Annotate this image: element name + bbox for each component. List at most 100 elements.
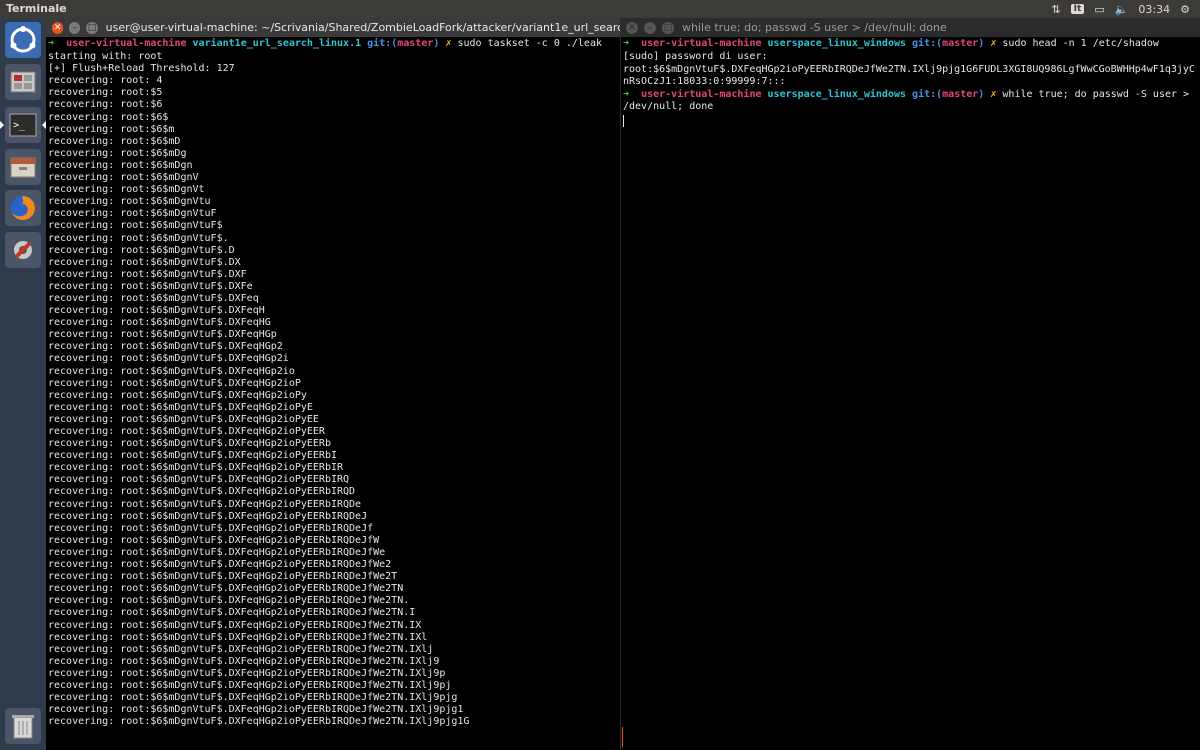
close-icon[interactable]: ✕ [626, 21, 638, 34]
files-icon[interactable] [5, 149, 41, 185]
output-line: recovering: root:$6$mDgnVtuF$.DXFeqHGp2i… [48, 510, 368, 522]
output-line: recovering: root:$6$mDgnVtuF$.DXFeqHG [48, 317, 271, 329]
prompt-arrow: ➜ [48, 38, 55, 49]
output-line: recovering: root:$6$mDgnVtuF$.DXFeqHGp2i… [48, 413, 319, 425]
output-line: recovering: root:$6$mDgnVtuF$.DXFeqHGp2i… [48, 643, 434, 655]
output-line: recovering: root:$6$mDgnVtuF$.DXFeqHGp2i… [48, 377, 301, 389]
command-line: ➜ user-virtual-machine userspace_linux_w… [621, 37, 1200, 50]
output-line: recovering: root:$6$m [48, 123, 175, 135]
output-line: recovering: root:$6$mD [48, 135, 181, 147]
prompt-arrow: ➜ [623, 89, 630, 101]
output-line: recovering: root:$6$mDgnV [48, 172, 199, 184]
volume-icon[interactable]: 🔈 [1115, 3, 1129, 16]
output-line: recovering: root:$6$mDgnVtuF$.DXFeqHGp2i… [48, 704, 464, 716]
output-line: recovering: root:$6$mDgnVtuF [48, 208, 217, 220]
output-line: recovering: root:$6$mDgnVtuF$.DXFeqHGp2i… [48, 571, 398, 583]
text-cursor [623, 114, 624, 127]
output-line: starting with: root [48, 51, 163, 63]
ubuntu-dash-icon[interactable] [5, 22, 41, 58]
command-text: sudo head -n 1 /etc/shadow [1002, 38, 1159, 49]
output-line: recovering: root:$6 [48, 99, 163, 111]
output-line: recovering: root: 4 [48, 75, 163, 87]
output-line: recovering: root:$6$mDgnVtuF$.DXFeqHGp2i… [48, 716, 470, 728]
output-line: recovering: root:$6$mDgnVtuF$.DXFeqHGp2i… [48, 450, 337, 462]
output-line: recovering: root:$6$mDgnVtuF$.DXFeqHGp2i… [48, 486, 356, 498]
output-line: [sudo] password di user: [623, 51, 768, 63]
tab-right-terminal[interactable]: ✕ – □ while true; do; passwd -S user > /… [620, 18, 1200, 37]
maximize-icon[interactable]: □ [662, 21, 674, 34]
terminal-icon[interactable]: >_ [5, 107, 41, 143]
output-line: recovering: root:$6$ [48, 111, 169, 123]
power-gear-icon[interactable]: ⚙ [1180, 3, 1190, 16]
output-line: recovering: root:$6$mDgnVtuF$.DXFeqHGp2i… [48, 546, 386, 558]
output-line: recovering: root:$6$mDgnVtuF$.DXFeqHGp [48, 329, 277, 341]
terminal-tab-bar: ✕ – □ user@user-virtual-machine: ~/Scriv… [46, 18, 1200, 37]
keyboard-layout-indicator[interactable]: It [1070, 4, 1085, 14]
output-line: recovering: root:$6$mDgnVtuF$.DXF [48, 268, 247, 280]
workspace-icon[interactable] [5, 64, 41, 100]
minimize-icon[interactable]: – [69, 21, 81, 34]
output-line: recovering: root:$6$mDgnVtu [48, 196, 211, 208]
output-line: recovering: root:$6$mDgnVtuF$.DXFeqHGp2i… [48, 438, 331, 450]
output-line: recovering: root:$6$mDgnVtuF$ [48, 220, 223, 232]
tab-label: while true; do; passwd -S user > /dev/nu… [682, 21, 947, 34]
prompt-host: user-virtual-machine [641, 38, 762, 49]
output-line: recovering: root:$6$mDgnVtuF$.DXFeqHGp2i… [48, 583, 404, 595]
output-line: recovering: root:$6$mDgnVtuF$.DXFeqHGp2i… [48, 389, 307, 401]
output-line: recovering: root:$6$mDg [48, 147, 187, 159]
output-line: recovering: root:$6$mDgnVtuF$.DXFeqHGp2i… [48, 607, 416, 619]
output-line: recovering: root:$6$mDgnVtuF$.DXFeqHGp2i… [48, 559, 392, 571]
output-line: recovering: root:$6$mDgnVtuF$.DXFeqHGp2i… [48, 365, 295, 377]
output-line: recovering: root:$6$mDgnVtuF$.DXFeqHGp2i… [48, 474, 350, 486]
prompt-host: user-virtual-machine [66, 38, 187, 49]
firefox-icon[interactable] [5, 190, 41, 226]
output-line: recovering: root:$6$mDgnVtuF$.DX [48, 256, 241, 268]
output-line: recovering: root:$5 [48, 87, 163, 99]
command-line: ➜ user-virtual-machine variant1e_url_sea… [46, 37, 620, 50]
prompt-arrow: ➜ [623, 38, 630, 49]
maximize-icon[interactable]: □ [86, 21, 98, 34]
output-line: recovering: root:$6$mDgnVtuF$.DXFeqHGp2i… [48, 426, 325, 437]
output-line: recovering: root:$6$mDgnVtuF$.DXFeqHGp2i… [48, 401, 313, 413]
prompt-branch: master [942, 38, 979, 49]
battery-icon[interactable]: ▭ [1094, 3, 1104, 16]
command-text: sudo taskset -c 0 ./leak [457, 38, 603, 49]
text-cursor [622, 727, 623, 747]
top-panel: Terminale ⇅ It ▭ 🔈 03:34 ⚙ [0, 0, 1200, 18]
prompt-git: git:( [912, 89, 943, 101]
output-line: recovering: root:$6$mDgnVtuF$.DXFeqH [48, 305, 265, 317]
output-line: recovering: root:$6$mDgnVtuF$.D [48, 244, 235, 256]
terminal-pane-left[interactable]: ➜ user-virtual-machine variant1e_url_sea… [46, 37, 620, 750]
output-line: recovering: root:$6$mDgnVtuF$.DXFeqHGp2i… [48, 498, 362, 510]
output-line: recovering: root:$6$mDgnVtuF$. [48, 232, 229, 244]
output-line: recovering: root:$6$mDgnVtuF$.DXFeqHGp2i… [48, 679, 452, 691]
prompt-git: git:( [367, 38, 398, 49]
output-line: recovering: root:$6$mDgnVtuF$.DXFeqHGp2i… [48, 655, 440, 667]
prompt-git-close: ) [978, 38, 985, 49]
output-line: recovering: root:$6$mDgnVtuF$.DXFe [48, 280, 253, 292]
minimize-icon[interactable]: – [644, 21, 656, 34]
tab-label: user@user-virtual-machine: ~/Scrivania/S… [105, 21, 620, 34]
close-icon[interactable]: ✕ [52, 21, 64, 34]
prompt-dir: userspace_linux_windows [767, 38, 907, 49]
output-line: recovering: root:$6$mDgnVtuF$.DXFeqHGp2i [48, 353, 289, 365]
prompt-git-close: ) [433, 38, 440, 49]
trash-icon[interactable] [5, 708, 41, 744]
app-title: Terminale [6, 2, 67, 15]
svg-text:>_: >_ [13, 120, 26, 131]
terminal-pane-right[interactable]: ➜ user-virtual-machine userspace_linux_w… [621, 37, 1200, 750]
output-line: recovering: root:$6$mDgnVtuF$.DXFeqHGp2 [48, 341, 283, 353]
network-icon[interactable]: ⇅ [1051, 3, 1060, 16]
tab-left-terminal[interactable]: ✕ – □ user@user-virtual-machine: ~/Scriv… [46, 18, 620, 37]
launcher: >_ [0, 18, 46, 750]
settings-icon[interactable] [5, 232, 41, 268]
input-line[interactable] [621, 114, 1200, 127]
output-line: recovering: root:$6$mDgnVt [48, 184, 205, 196]
clock[interactable]: 03:34 [1138, 3, 1170, 16]
prompt-git: git:( [912, 38, 943, 49]
output-line: recovering: root:$6$mDgnVtuF$.DXFeqHGp2i… [48, 462, 344, 474]
prompt-dir: variant1e_url_search_linux.1 [192, 38, 362, 49]
dirty-marker: ✗ [990, 38, 997, 49]
output-line: recovering: root:$6$mDgnVtuF$.DXFeqHGp2i… [48, 667, 446, 679]
output-line: root:$6$mDgnVtuF$.DXFeqHGp2ioPyEERbIRQDe… [623, 64, 1195, 88]
